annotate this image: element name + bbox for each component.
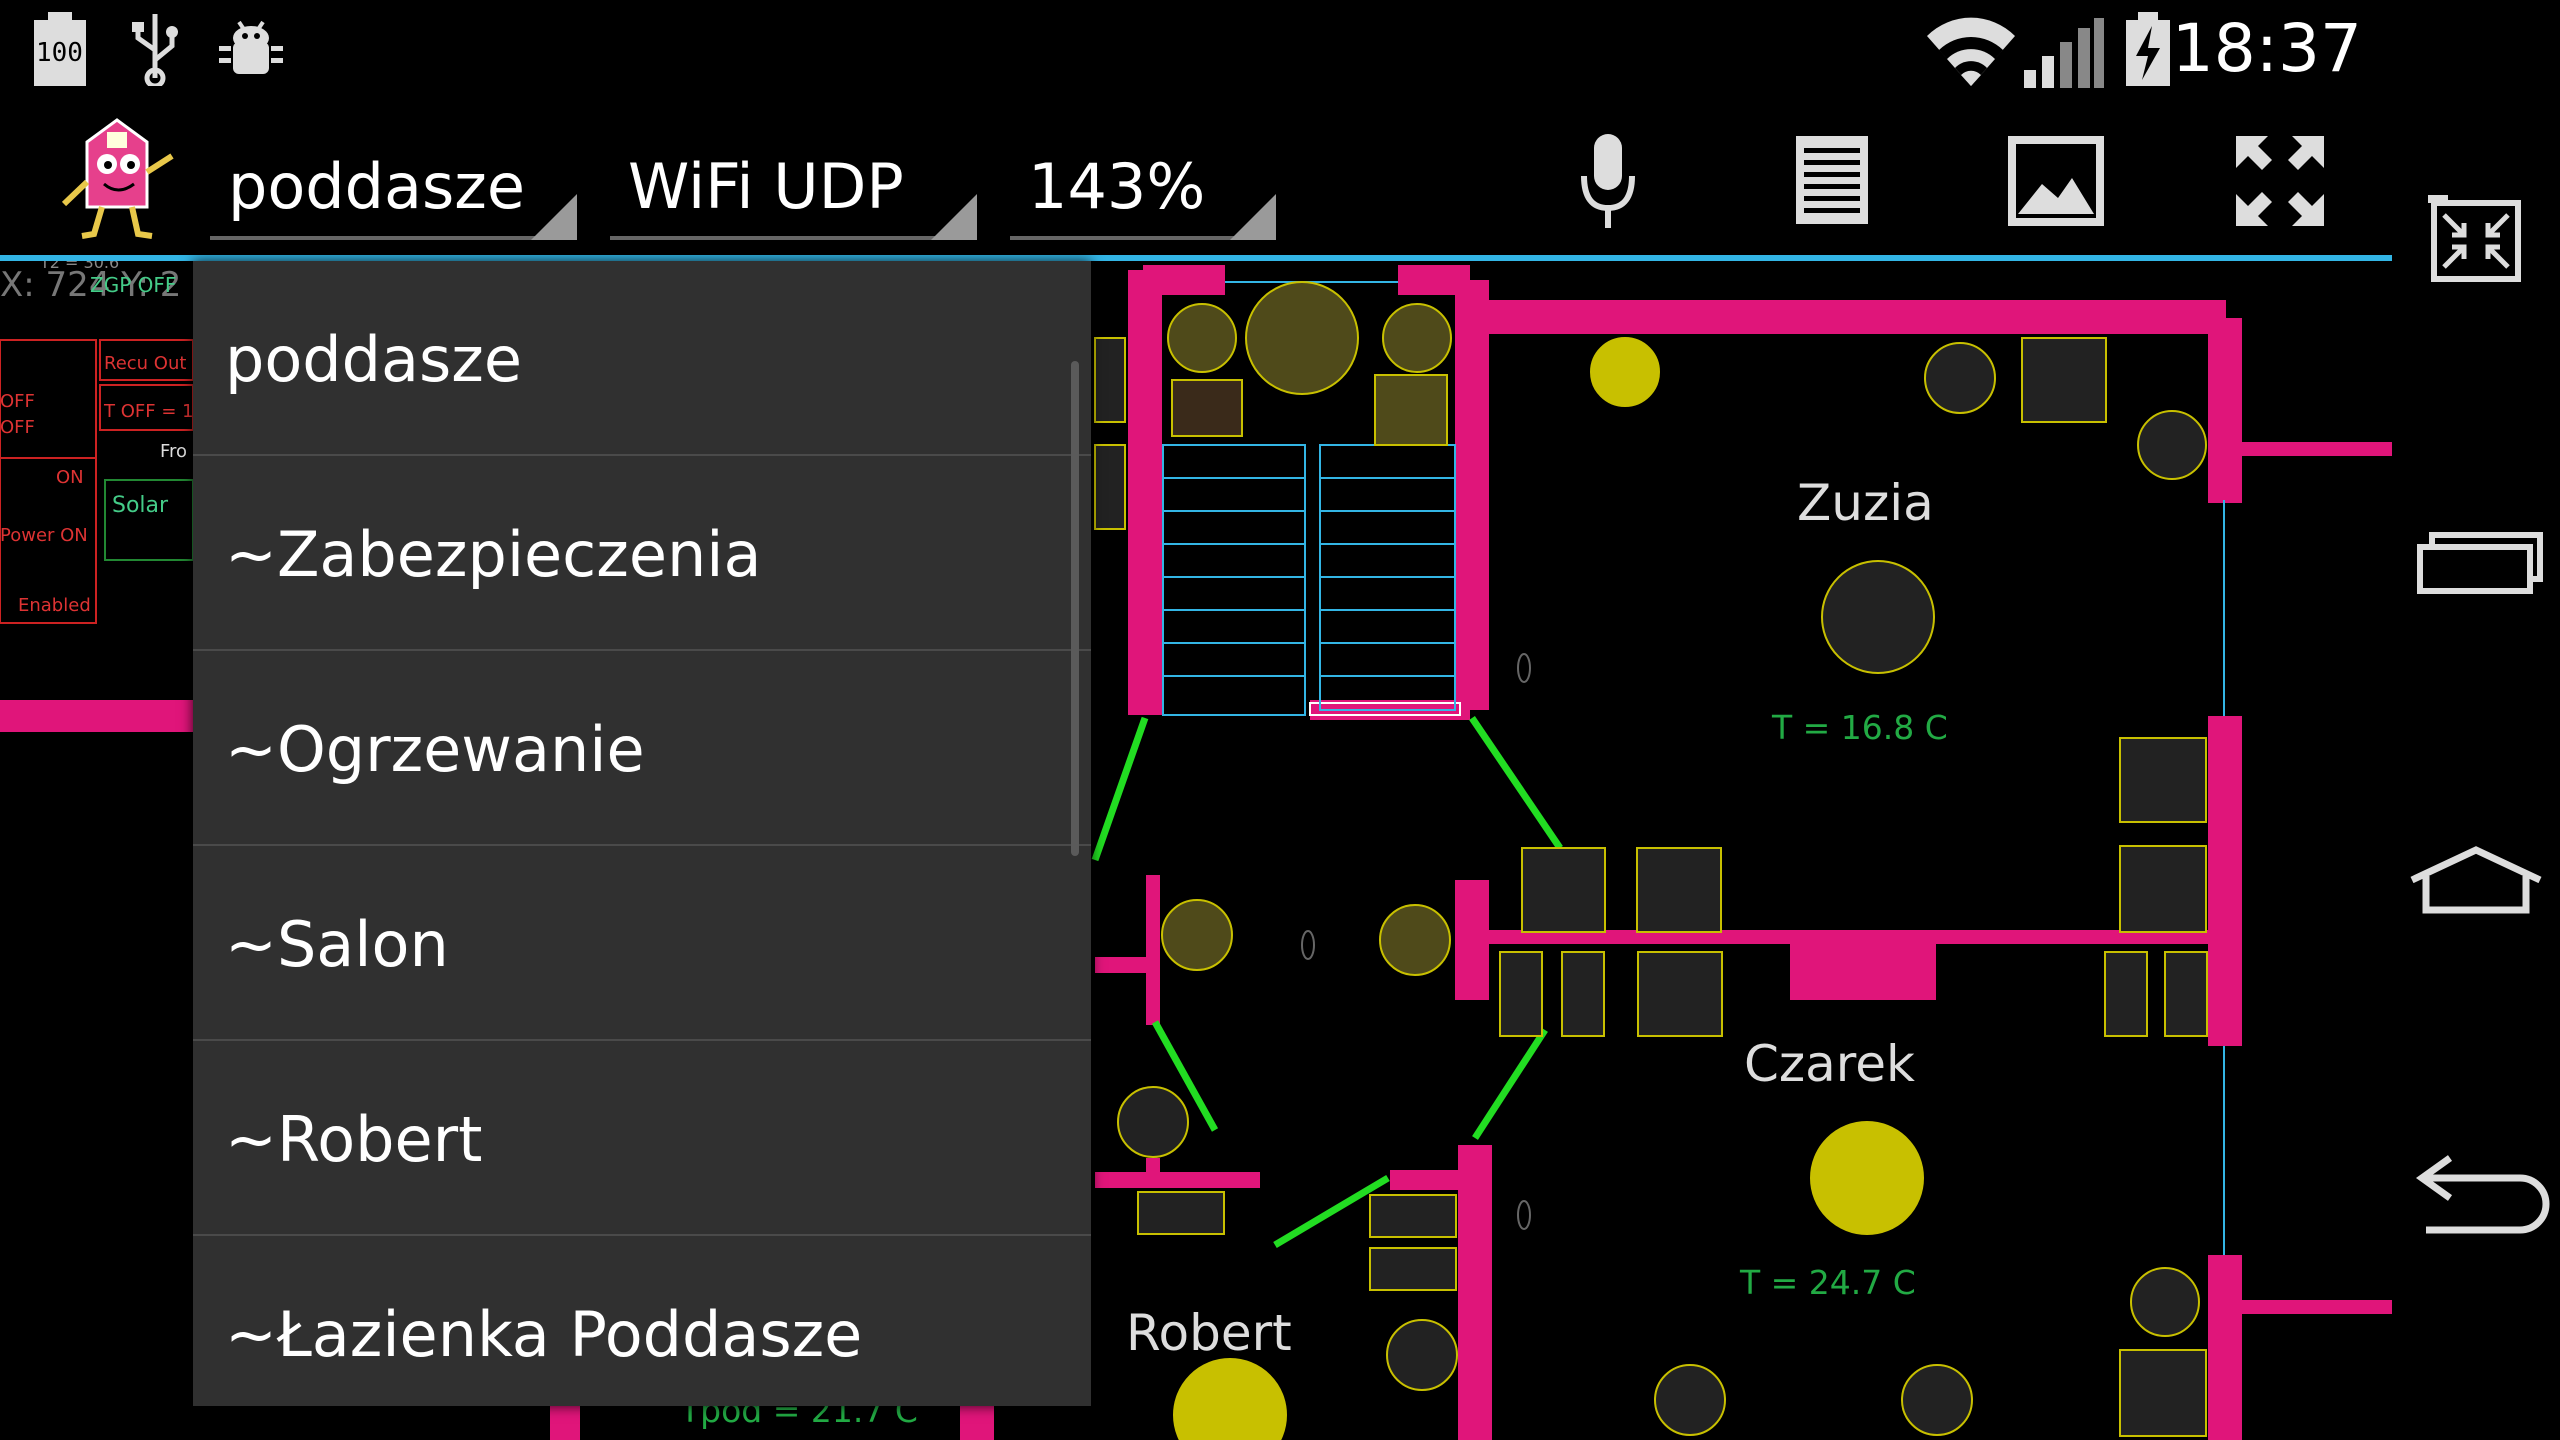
room-label-zuzia: Zuzia — [1797, 474, 1934, 532]
home-icon[interactable] — [2392, 810, 2560, 960]
exit-fullscreen-icon[interactable] — [2392, 165, 2560, 315]
wifi-icon — [1925, 16, 2017, 92]
spinner-arrow-icon — [931, 194, 977, 240]
connection-spinner[interactable]: WiFi UDP — [610, 122, 977, 240]
spinner-arrow-icon — [1230, 194, 1276, 240]
dropdown-item-label: ~Salon — [225, 908, 449, 981]
action-bar: poddasze WiFi UDP 143% — [0, 100, 2392, 261]
dropdown-item-label: ~Zabezpieczenia — [225, 518, 762, 591]
image-icon[interactable] — [1996, 126, 2116, 236]
fro-label: Fro — [160, 441, 188, 462]
dropdown-item-ogrzewanie[interactable]: ~Ogrzewanie — [193, 651, 1091, 846]
left-panel-boxes — [0, 339, 194, 624]
dropdown-item-lazienka-poddasze[interactable]: ~Łazienka Poddasze — [193, 1236, 1091, 1406]
dropdown-item-zabezpieczenia[interactable]: ~Zabezpieczenia — [193, 456, 1091, 651]
location-spinner-value: poddasze — [228, 150, 525, 223]
dropdown-item-label: poddasze — [225, 323, 522, 396]
off-label-2: OFF — [0, 417, 35, 438]
clock: 18:37 — [2171, 10, 2362, 87]
status-bar: 100 18:37 — [0, 0, 2392, 100]
spinner-arrow-icon — [531, 194, 577, 240]
navigation-bar — [2392, 0, 2560, 1440]
dropdown-item-label: ~Łazienka Poddasze — [225, 1298, 863, 1371]
battery-level: 100 — [36, 38, 83, 68]
location-dropdown: poddasze ~Zabezpieczenia ~Ogrzewanie ~Sa… — [193, 261, 1091, 1406]
zoom-spinner[interactable]: 143% — [1010, 122, 1276, 240]
fixtures — [1094, 281, 2208, 1440]
battery-icon: 100 — [30, 12, 90, 92]
dropdown-item-poddasze[interactable]: poddasze — [193, 261, 1091, 456]
solar-label: Solar — [112, 493, 169, 518]
charging-battery-icon — [2124, 12, 2172, 92]
dropdown-item-salon[interactable]: ~Salon — [193, 846, 1091, 1041]
zgp-label: ZGP OFF — [90, 273, 177, 297]
power-on-label: Power ON — [0, 525, 88, 546]
room-temp-czarek: T = 24.7 C — [1740, 1263, 1916, 1302]
app-mascot-icon[interactable] — [52, 112, 182, 242]
dropdown-item-robert[interactable]: ~Robert — [193, 1041, 1091, 1236]
enabled-label: Enabled — [18, 595, 91, 616]
stairs — [1162, 281, 2225, 1255]
dropdown-scrollbar[interactable] — [1071, 361, 1079, 856]
usb-icon — [130, 14, 180, 90]
back-icon[interactable] — [2392, 1128, 2560, 1278]
spinner-underline — [610, 236, 977, 240]
list-icon[interactable] — [1772, 126, 1892, 236]
room-label-robert: Robert — [1126, 1304, 1292, 1362]
signal-icon — [2022, 18, 2106, 92]
off-label-1: OFF — [0, 391, 35, 412]
t-off-label: T OFF = 18 — [104, 401, 206, 422]
zoom-spinner-value: 143% — [1028, 150, 1206, 223]
room-label-czarek: Czarek — [1744, 1035, 1915, 1093]
room-temp-zuzia: T = 16.8 C — [1772, 708, 1948, 747]
dropdown-item-label: ~Robert — [225, 1103, 483, 1176]
fullscreen-icon[interactable] — [2220, 126, 2340, 236]
microphone-icon[interactable] — [1548, 126, 1668, 236]
top-temp-label: T2 = 30.6 — [40, 261, 120, 272]
android-debug-icon — [215, 14, 287, 90]
spinner-underline — [210, 236, 577, 240]
on-label: ON — [56, 467, 84, 488]
location-spinner[interactable]: poddasze — [210, 122, 577, 240]
dropdown-item-label: ~Ogrzewanie — [225, 713, 645, 786]
recent-apps-icon[interactable] — [2392, 485, 2560, 635]
recu-out-label: Recu Out = — [104, 353, 208, 374]
connection-spinner-value: WiFi UDP — [628, 150, 904, 223]
